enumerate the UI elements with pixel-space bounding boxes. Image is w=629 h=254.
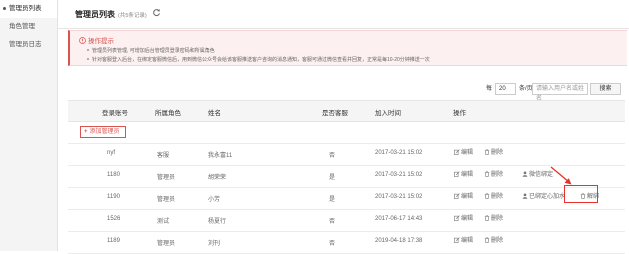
edit-button[interactable]: 编辑: [454, 170, 473, 180]
cell-role: 管理员: [157, 241, 176, 247]
user-icon: [522, 193, 528, 199]
cell-joined: 2017-03-21 15:02: [375, 150, 423, 156]
table-row: 1180 管理员 胡荣荣 是 2017-03-21 15:02 编辑 删除 微信…: [68, 165, 625, 188]
page-title: 管理员列表 (共5条记录): [75, 9, 147, 20]
cell-role: 管理员: [157, 175, 176, 181]
sidebar-item-admin-list[interactable]: 管理员列表: [0, 0, 57, 18]
trash-icon: [484, 193, 490, 199]
table-row: 1190 管理员 小芳 是 2017-03-21 15:02 编辑 删除 已绑定…: [68, 187, 625, 210]
cell-name: 小芳: [208, 197, 221, 203]
delete-button[interactable]: 删除: [484, 148, 503, 158]
sidebar-item-admin-log[interactable]: 管理员日志: [0, 36, 57, 54]
edit-button[interactable]: 编辑: [454, 236, 473, 246]
tip-line: 针对客服登入后台，在绑定客服微信后，用到微信公众号会给该客服推送客户咨询的消息通…: [87, 57, 430, 63]
tip-panel: 操作提示 管理员列表管理, 可增加后台管理员登录密码和所属角色 针对客服登入后台…: [68, 30, 627, 66]
refresh-icon[interactable]: [152, 8, 161, 17]
delete-button[interactable]: 删除: [484, 170, 503, 180]
edit-label: 编辑: [461, 216, 474, 222]
bound-wechat-label: 已绑定心加水: [529, 194, 566, 200]
annotation-arrow: [550, 166, 572, 185]
cell-name: 杨夏行: [208, 219, 227, 225]
sidebar-item-role-management[interactable]: 角色管理: [0, 18, 57, 36]
column-header: 加入时间: [375, 110, 401, 117]
warning-icon: [79, 37, 86, 44]
cell-joined: 2017-06-17 14:43: [375, 216, 423, 222]
delete-button[interactable]: 删除: [484, 192, 503, 202]
trash-icon: [484, 149, 490, 155]
trash-icon: [484, 171, 490, 177]
cell-joined: 2019-04-18 17:38: [375, 238, 423, 244]
cell-joined: 2017-03-21 15:02: [375, 194, 423, 200]
plus-icon: +: [84, 129, 88, 135]
edit-icon: [454, 171, 460, 177]
per-page-label: 每: [486, 86, 493, 92]
delete-button[interactable]: 删除: [484, 214, 503, 224]
cell-is-cs: 否: [329, 241, 336, 247]
cell-account: nyf: [107, 150, 116, 156]
cell-joined: 2017-03-21 15:02: [375, 172, 423, 178]
edit-icon: [454, 193, 460, 199]
delete-label: 删除: [491, 238, 504, 244]
bound-wechat-status: 已绑定心加水: [522, 192, 565, 202]
delete-label: 删除: [491, 194, 504, 200]
cell-role: 测试: [157, 219, 170, 225]
cell-is-cs: 是: [329, 197, 336, 203]
add-admin-button[interactable]: + 添加管理员: [80, 126, 126, 138]
delete-label: 删除: [491, 150, 504, 156]
edit-label: 编辑: [461, 172, 474, 178]
column-header: 操作: [453, 110, 466, 117]
cell-is-cs: 否: [329, 219, 336, 225]
cell-role: 客服: [157, 153, 170, 159]
cell-account: 1190: [107, 194, 120, 200]
delete-label: 删除: [491, 172, 504, 178]
edit-button[interactable]: 编辑: [454, 192, 473, 202]
page-title-text: 管理员列表: [75, 10, 115, 19]
column-header: 姓名: [208, 110, 221, 117]
per-page-input[interactable]: 20: [495, 83, 516, 95]
sidebar: 管理员列表 角色管理 管理员日志: [0, 0, 58, 251]
page-header: 管理员列表 (共5条记录): [58, 0, 629, 29]
table-row: nyf 客服 我永富11 否 2017-03-21 15:02 编辑 删除: [68, 143, 625, 166]
table-header: 登录账号 所属角色 姓名 是否客服 加入时间 操作: [68, 100, 625, 122]
search-input[interactable]: 请输入用户名或姓名: [532, 83, 588, 102]
annotation-highlight-box: [564, 185, 598, 203]
per-page-unit: 条/页: [519, 86, 533, 92]
add-admin-label: 添加管理员: [89, 129, 120, 135]
cell-is-cs: 否: [329, 153, 336, 159]
user-icon: [522, 171, 528, 177]
column-header: 登录账号: [102, 110, 128, 117]
cell-account: 1180: [107, 172, 120, 178]
delete-label: 删除: [491, 216, 504, 222]
trash-icon: [484, 215, 490, 221]
tip-line: 管理员列表管理, 可增加后台管理员登录密码和所属角色: [87, 48, 215, 54]
cell-name: 刘刊: [208, 241, 221, 247]
edit-icon: [454, 237, 460, 243]
tip-title-text: 操作提示: [88, 38, 114, 45]
trash-icon: [484, 237, 490, 243]
edit-label: 编辑: [461, 194, 474, 200]
edit-button[interactable]: 编辑: [454, 148, 473, 158]
add-row: + 添加管理员: [68, 121, 625, 144]
column-header: 是否客服: [322, 110, 348, 117]
cell-name: 胡荣荣: [208, 175, 227, 181]
edit-icon: [454, 215, 460, 221]
delete-button[interactable]: 删除: [484, 236, 503, 246]
table-row: 1526 测试 杨夏行 否 2017-06-17 14:43 编辑 删除: [68, 209, 625, 232]
cell-account: 1526: [107, 216, 121, 222]
cell-name: 我永富11: [208, 153, 233, 159]
record-count: (共5条记录): [118, 13, 147, 19]
cell-account: 1189: [107, 238, 120, 244]
edit-label: 编辑: [461, 238, 474, 244]
search-button[interactable]: 搜索: [590, 83, 621, 95]
tip-title: 操作提示: [79, 35, 114, 45]
main-content: 管理员列表 (共5条记录) 操作提示 管理员列表管理, 可增加后台管理员登录密码和…: [58, 0, 629, 254]
edit-label: 编辑: [461, 150, 474, 156]
cell-role: 管理员: [157, 197, 176, 203]
column-header: 所属角色: [155, 110, 181, 117]
edit-icon: [454, 149, 460, 155]
edit-button[interactable]: 编辑: [454, 214, 473, 224]
cell-is-cs: 是: [329, 175, 336, 181]
